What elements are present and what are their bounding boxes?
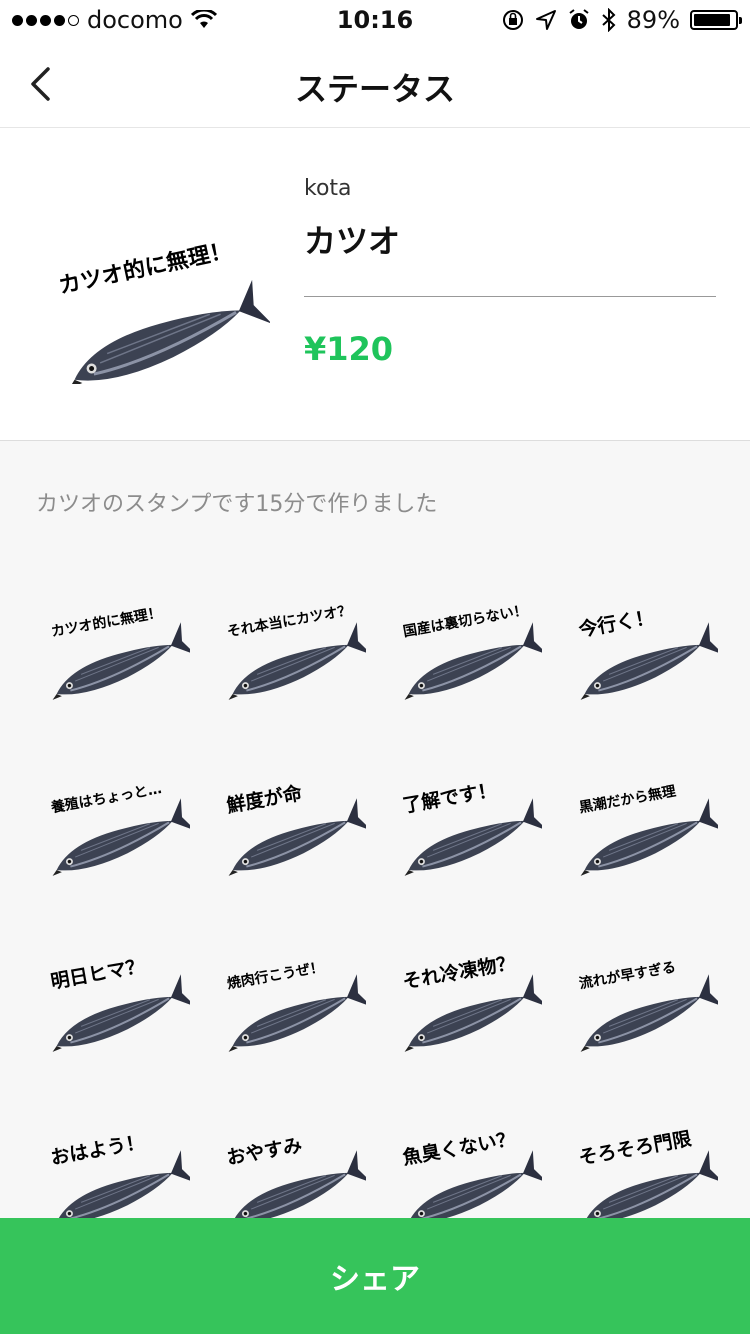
sticker-caption: 魚臭くない？	[401, 1127, 517, 1169]
sticker-caption: おはよう！	[49, 1131, 146, 1169]
orientation-lock-icon	[502, 10, 523, 30]
sticker-item[interactable]: 国産は裏切らない！	[392, 580, 542, 700]
bluetooth-icon	[601, 8, 616, 32]
alarm-icon	[569, 9, 589, 29]
sticker-item[interactable]: 養殖はちょっと…	[40, 756, 190, 876]
fish-icon: 鮮度が命	[225, 781, 366, 876]
page-title: ステータス	[294, 70, 455, 108]
share-button[interactable]: シェア	[0, 1218, 750, 1334]
divider	[304, 296, 716, 297]
battery-percent: 89%	[626, 6, 680, 34]
fish-icon: 明日ヒマ？	[49, 955, 190, 1052]
sticker-caption: 黒潮だから無理	[578, 783, 677, 817]
fish-icon: それ本当にカツオ？	[226, 602, 366, 700]
sticker-caption: 今行く！	[576, 605, 656, 641]
fish-icon: 国産は裏切らない！	[402, 602, 542, 700]
sticker-caption: 明日ヒマ？	[49, 955, 146, 993]
location-icon	[535, 10, 556, 30]
sticker-caption: 国産は裏切らない！	[402, 602, 529, 641]
fish-icon: カツオ的に無理！	[50, 604, 190, 700]
fish-icon: それ冷凍物？	[401, 951, 542, 1052]
sticker-caption: それ本当にカツオ？	[226, 602, 353, 641]
sticker-item[interactable]: 黒潮だから無理	[568, 756, 718, 876]
sticker-caption: 了解です！	[401, 778, 499, 817]
main-sticker-caption: カツオ的に無理！	[56, 237, 234, 299]
sticker-caption: 鮮度が命	[225, 781, 305, 817]
sticker-caption: 養殖はちょっと…	[49, 780, 163, 816]
sticker-caption: おやすみ	[225, 1134, 304, 1169]
sticker-caption: そろそろ門限	[577, 1128, 693, 1169]
sticker-item[interactable]: それ本当にカツオ？	[216, 580, 366, 700]
fish-icon: 了解です！	[401, 778, 542, 876]
fish-icon: おはよう！	[49, 1131, 190, 1228]
screen: docomo 10:16 89% ステータス カツオ的に無理！ kota カツオ…	[0, 0, 750, 1334]
sticker-item[interactable]: 魚臭くない？	[392, 1108, 542, 1228]
price-label: ¥120	[304, 330, 394, 368]
sticker-item[interactable]: おやすみ	[216, 1108, 366, 1228]
status-bar: docomo 10:16 89%	[0, 0, 750, 40]
fish-icon: 養殖はちょっと…	[49, 780, 190, 876]
status-right: 89%	[501, 6, 742, 34]
sticker-item[interactable]: そろそろ門限	[568, 1108, 718, 1228]
sticker-item[interactable]: 焼肉行こうぜ！	[216, 932, 366, 1052]
battery-icon	[690, 10, 742, 30]
sticker-item[interactable]: 流れが早すぎる	[568, 932, 718, 1052]
sticker-item[interactable]: それ冷凍物？	[392, 932, 542, 1052]
fish-icon: そろそろ門限	[577, 1128, 718, 1228]
fish-icon: 黒潮だから無理	[578, 783, 718, 876]
battery-fill	[694, 14, 730, 26]
sticker-caption: それ冷凍物？	[401, 951, 517, 993]
sticker-item[interactable]: 了解です！	[392, 756, 542, 876]
fish-icon: 今行く！	[576, 605, 718, 700]
sticker-caption: 焼肉行こうぜ！	[226, 959, 325, 993]
sticker-item[interactable]: 明日ヒマ？	[40, 932, 190, 1052]
author-name[interactable]: kota	[304, 176, 352, 201]
sticker-item[interactable]: 今行く！	[568, 580, 718, 700]
sticker-set-header: カツオ的に無理！ kota カツオ ¥120	[0, 128, 750, 441]
main-sticker-image: カツオ的に無理！	[40, 204, 272, 389]
sticker-item[interactable]: おはよう！	[40, 1108, 190, 1228]
sticker-caption: カツオ的に無理！	[50, 604, 163, 640]
sticker-item[interactable]: 鮮度が命	[216, 756, 366, 876]
sticker-set-description: カツオのスタンプです15分で作りました	[36, 492, 438, 517]
nav-bar: ステータス	[0, 40, 750, 128]
fish-icon: 流れが早すぎる	[578, 959, 718, 1052]
fish-icon: おやすみ	[225, 1134, 366, 1228]
fish-icon: 焼肉行こうぜ！	[226, 959, 366, 1052]
sticker-caption: 流れが早すぎる	[578, 959, 677, 993]
fish-icon: 魚臭くない？	[401, 1127, 542, 1228]
sticker-set-name: カツオ	[304, 222, 401, 260]
sticker-item[interactable]: カツオ的に無理！	[40, 580, 190, 700]
fish-icon: カツオ的に無理！	[56, 237, 272, 389]
